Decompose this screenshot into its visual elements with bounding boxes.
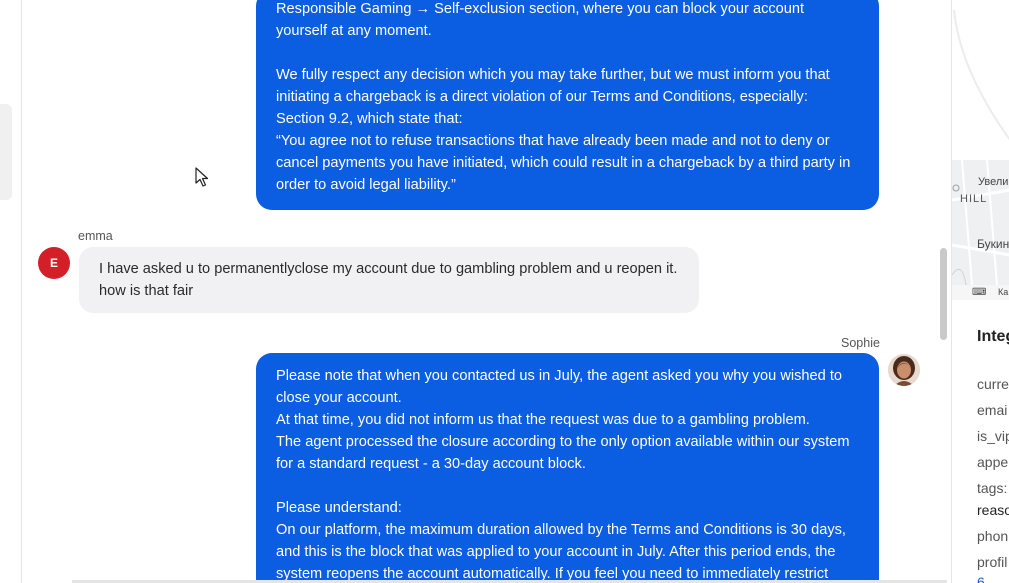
map-place-label: HILL [960, 193, 988, 205]
integrations-title: Integ [977, 328, 1009, 345]
agent-message-paragraph: Responsible Gaming → Self-exclusion sect… [276, 1, 809, 39]
right-info-panel: Увели HILL Букин ⌨ Ка Integ curre emai i… [951, 0, 1009, 583]
field-label: appe [977, 454, 1009, 470]
avatar-initial: E [49, 256, 58, 270]
agent-message-bubble: Please note that when you contacted us i… [256, 353, 879, 583]
user-message-text: I have asked u to permanentlyclose my ac… [99, 261, 678, 299]
map-place-label: Букин [977, 237, 1009, 251]
tag-value: reaso [977, 502, 1009, 518]
agent-message-bubble: Responsible Gaming → Self-exclusion sect… [256, 0, 879, 210]
agent-message-paragraph: Please understand: On our platform, the … [276, 500, 846, 582]
left-rail [0, 0, 22, 583]
field-label: profil [977, 554, 1008, 570]
keyboard-icon[interactable]: ⌨ [972, 287, 986, 298]
agent-message-paragraph: We fully respect any decision which you … [276, 67, 851, 193]
sender-name: Sophie [841, 336, 880, 350]
field-label: curre [977, 376, 1009, 392]
user-message-bubble: I have asked u to permanentlyclose my ac… [79, 247, 699, 313]
avatar: E [38, 247, 70, 279]
profile-link[interactable]: 6 [977, 574, 985, 583]
field-label: emai [977, 402, 1008, 418]
field-label: is_vip [977, 428, 1009, 444]
field-label: tags: [977, 480, 1008, 496]
agent-message-paragraph: Please note that when you contacted us i… [276, 368, 850, 472]
map-widget[interactable]: Увели HILL Букин ⌨ Ка [952, 160, 1009, 300]
chat-thread: Responsible Gaming → Self-exclusion sect… [22, 0, 950, 583]
panel-top-arc [952, 9, 1009, 141]
chat-scrollbar[interactable] [940, 248, 947, 340]
avatar [888, 354, 920, 386]
agent-avatar-photo-icon [888, 354, 920, 386]
map-edge-icon [953, 9, 1009, 141]
mouse-pointer-icon [195, 167, 209, 187]
left-collapse-handle[interactable] [0, 104, 12, 200]
map-footer-label[interactable]: Ка [998, 287, 1008, 297]
map-zoom-label[interactable]: Увели [978, 176, 1008, 188]
field-label: phon [977, 528, 1009, 544]
sender-name: emma [78, 229, 113, 243]
map-footer: ⌨ Ка [952, 285, 1009, 300]
